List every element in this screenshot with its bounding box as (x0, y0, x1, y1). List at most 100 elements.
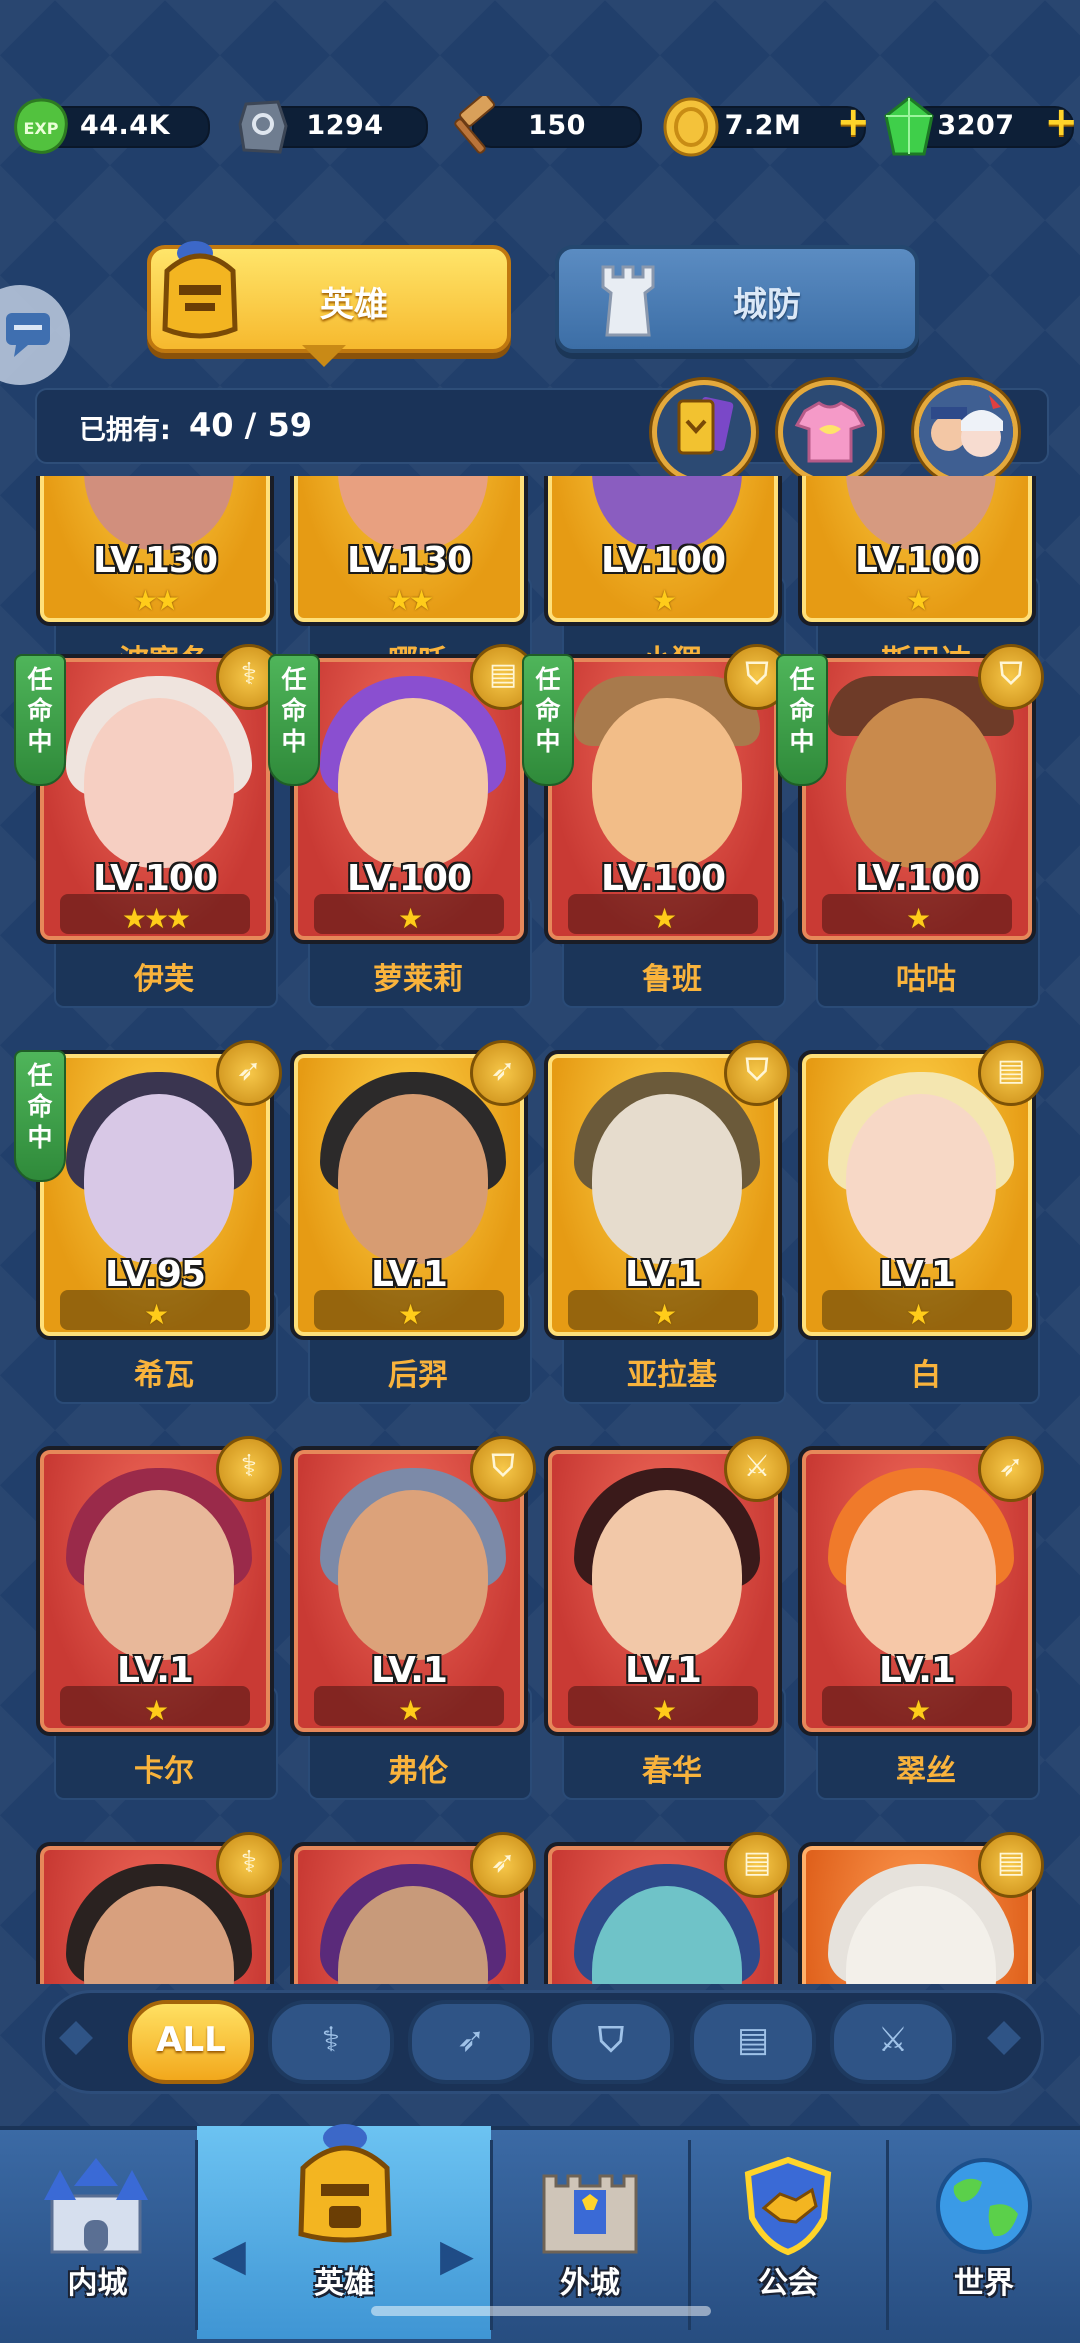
hero-name: 希瓦 (134, 1358, 194, 1393)
exp-icon: EXP (14, 98, 68, 154)
class-badge-icon: ▤ (978, 1040, 1044, 1106)
nav-prev-arrow[interactable]: ◀ (212, 2230, 246, 2281)
resource-gem: 3207 + (878, 96, 1078, 156)
resource-stone: 1294 (232, 100, 428, 154)
class-badge-icon: ⚔ (724, 1436, 790, 1502)
nav-inner-city-label: 内城 (67, 2266, 128, 2301)
filter-tank-button[interactable]: ⛉ (548, 2000, 674, 2084)
class-badge-icon: ⛉ (724, 1040, 790, 1106)
handshake-shield-icon (744, 2156, 832, 2256)
assigned-tag: 任命中 (14, 654, 66, 786)
class-badge-icon: ⚕ (216, 1436, 282, 1502)
hero-name: 咕咕 (896, 962, 956, 997)
hero-card[interactable]: LV.1 ★ ⛉ 亚拉基 (544, 1040, 790, 1404)
hero-name: 鲁班 (642, 962, 702, 997)
hero-card[interactable]: LV.100 ★ ▤ 任命中 萝莱莉 (268, 644, 536, 1008)
exp-value: 44.4K (79, 110, 171, 141)
cards-icon (677, 396, 734, 455)
hero-level: LV.1 (879, 1254, 956, 1295)
nav-guild-label: 公会 (758, 2266, 818, 2301)
hero-card[interactable]: LV.100 ★ ⛉ 任命中 咕咕 (776, 644, 1044, 1008)
class-badge-icon: ⚕ (216, 1832, 282, 1898)
hero-stars: ★ (905, 584, 931, 617)
assigned-tag: 任命中 (268, 654, 320, 786)
hero-stars: ★ (651, 584, 677, 617)
class-badge-icon: ▤ (978, 1832, 1044, 1898)
assigned-tag: 任命中 (522, 654, 574, 786)
hero-level: LV.100 (854, 540, 980, 581)
add-gem-button[interactable]: + (1044, 102, 1078, 142)
exp-icon-text: EXP (24, 119, 59, 138)
skins-button[interactable] (778, 380, 882, 484)
nav-inner-city[interactable]: 内城 (0, 2126, 195, 2339)
owned-count-bar: 已拥有: 40 / 59 (35, 388, 1049, 464)
hero-card[interactable]: LV.100 ★ ⛉ 任命中 鲁班 (522, 644, 790, 1008)
hero-level: LV.1 (879, 1650, 956, 1691)
hero-card[interactable]: LV.1 ★ ➶ 后羿 (290, 1040, 536, 1404)
hero-cards-button[interactable] (652, 380, 756, 484)
gem-icon (884, 96, 934, 156)
team-avatars-icon (919, 385, 1013, 479)
hero-stars: ★ (143, 1694, 169, 1727)
hero-card[interactable]: LV.1 ★ ⚕ 卡尔 (36, 1436, 282, 1800)
hero-stars: ★ (651, 1694, 677, 1727)
hammer-value: 150 (528, 110, 586, 141)
hero-card[interactable]: LV.100 ★★★ ⚕ 任命中 伊芙 (14, 644, 282, 1008)
hero-card[interactable]: ▤ (798, 1832, 1044, 1984)
class-badge-icon: ➶ (216, 1040, 282, 1106)
globe-icon (936, 2158, 1032, 2254)
filter-warrior-button[interactable]: ⚔ (830, 2000, 956, 2084)
owned-value: 40 / 59 (189, 406, 313, 444)
hero-card[interactable]: LV.1 ★ ▤ 白 (798, 1040, 1044, 1404)
nav-world[interactable]: 世界 (888, 2126, 1080, 2339)
hero-card[interactable]: LV.1 ★ ⛉ 弗伦 (290, 1436, 536, 1800)
filter-mage-button[interactable]: ▤ (690, 2000, 816, 2084)
tab-defense[interactable]: 城防 (555, 245, 919, 353)
nav-next-arrow[interactable]: ▶ (440, 2230, 474, 2281)
hero-name: 卡尔 (134, 1754, 194, 1789)
hero-level: LV.100 (600, 540, 726, 581)
hero-level: LV.100 (346, 858, 472, 899)
castle-icon (44, 2158, 148, 2254)
hero-name: 弗伦 (388, 1754, 448, 1789)
assigned-tag: 任命中 (14, 1050, 66, 1182)
hero-stars: ★ (397, 902, 423, 935)
class-badge-icon: ➶ (470, 1832, 536, 1898)
hero-portrait: LV.100 ★ (798, 476, 1036, 626)
nav-guild[interactable]: 公会 (690, 2126, 886, 2339)
filter-archer-button[interactable]: ➶ (408, 2000, 534, 2084)
hero-card[interactable]: ➶ (290, 1832, 536, 1984)
chat-button[interactable] (0, 285, 70, 385)
owned-label: 已拥有: (79, 415, 171, 446)
filter-all-button[interactable]: ALL (128, 2000, 254, 2084)
hero-level: LV.130 (92, 540, 218, 581)
hero-portrait: LV.130 ★★ (290, 476, 528, 626)
team-button[interactable] (914, 380, 1018, 484)
class-badge-icon: ➶ (470, 1040, 536, 1106)
home-indicator[interactable] (371, 2306, 711, 2316)
hero-stars: ★ (905, 1694, 931, 1727)
class-badge-icon: ⛉ (978, 644, 1044, 710)
hero-level: LV.100 (854, 858, 980, 899)
hero-card[interactable]: LV.1 ★ ⚔ 春华 (544, 1436, 790, 1800)
add-coin-button[interactable]: + (836, 102, 870, 142)
hero-level: LV.100 (600, 858, 726, 899)
hero-stars: ★★★ (121, 902, 191, 935)
hero-grid: LV.130 ★★ 波塞冬 LV.130 ★★ 哪吒 LV.100 ★ 小狸 L… (0, 476, 1080, 1984)
hero-level: LV.1 (625, 1650, 702, 1691)
hero-level: LV.1 (117, 1650, 194, 1691)
hero-card[interactable]: ▤ (544, 1832, 790, 1984)
hero-stars: ★★ (386, 584, 434, 617)
hero-name: 亚拉基 (627, 1358, 717, 1393)
hero-portrait: LV.100 ★ (544, 476, 782, 626)
hero-level: LV.95 (105, 1254, 206, 1295)
filter-healer-button[interactable]: ⚕ (268, 2000, 394, 2084)
hammer-icon (454, 96, 495, 154)
hero-card[interactable]: ⚕ (36, 1832, 282, 1984)
hero-card[interactable]: LV.95 ★ ➶ 任命中 希瓦 (14, 1040, 282, 1404)
tab-hero[interactable]: 英雄 (147, 241, 511, 353)
hero-name: 伊芙 (134, 962, 194, 997)
hero-card[interactable]: LV.1 ★ ➶ 翠丝 (798, 1436, 1044, 1800)
hero-stars: ★★ (132, 584, 180, 617)
hero-stars: ★ (651, 1298, 677, 1331)
